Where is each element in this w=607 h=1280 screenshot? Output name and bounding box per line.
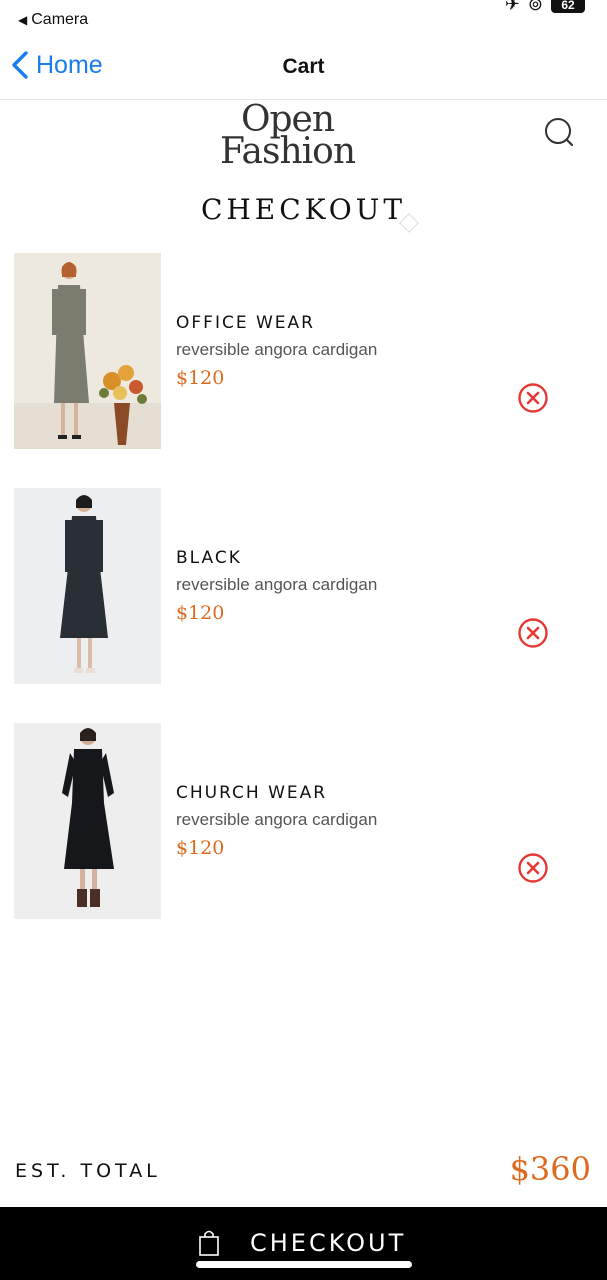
shopping-bag-icon bbox=[199, 1230, 219, 1256]
item-description: reversible angora cardigan bbox=[176, 810, 378, 829]
item-description: reversible angora cardigan bbox=[176, 340, 378, 359]
product-image[interactable] bbox=[14, 723, 161, 919]
airplane-icon: ✈ bbox=[504, 0, 520, 14]
estimated-total-value: $360 bbox=[509, 1150, 591, 1188]
remove-item-button[interactable] bbox=[517, 852, 549, 884]
home-indicator[interactable] bbox=[196, 1261, 412, 1268]
item-price: $120 bbox=[176, 602, 225, 624]
battery-indicator: 62 bbox=[551, 0, 585, 13]
product-image[interactable] bbox=[14, 253, 161, 449]
brand-logo[interactable]: Open Fashion bbox=[200, 98, 375, 172]
link-icon: ⊚ bbox=[527, 0, 543, 14]
navigation-bar: Home Cart bbox=[0, 36, 607, 100]
logo-line-2: Fashion bbox=[219, 131, 356, 172]
remove-item-button[interactable] bbox=[517, 382, 549, 414]
item-title: BLACK bbox=[176, 548, 242, 568]
checkout-button[interactable]: CHECKOUT bbox=[0, 1207, 607, 1280]
product-image[interactable] bbox=[14, 488, 161, 684]
item-title: CHURCH WEAR bbox=[176, 783, 328, 803]
cart-item[interactable]: CHURCH WEAR reversible angora cardigan $… bbox=[14, 723, 594, 919]
product-photo-church-wear bbox=[14, 723, 161, 919]
item-price: $120 bbox=[176, 837, 225, 859]
page-title: CHECKOUT bbox=[200, 193, 407, 226]
remove-item-button[interactable] bbox=[517, 617, 549, 649]
item-price: $120 bbox=[176, 367, 225, 389]
item-description: reversible angora cardigan bbox=[176, 575, 378, 594]
checkout-button-content: CHECKOUT bbox=[198, 1229, 406, 1257]
item-title: OFFICE WEAR bbox=[176, 313, 315, 333]
cart-item[interactable]: BLACK reversible angora cardigan $120 bbox=[14, 488, 594, 684]
product-photo-black bbox=[14, 488, 161, 684]
status-icons: ✈ ⊚ 62 bbox=[505, 0, 585, 15]
nav-title: Cart bbox=[282, 55, 325, 78]
status-back-label: Camera bbox=[31, 11, 89, 28]
cart-item[interactable]: OFFICE WEAR reversible angora cardigan $… bbox=[14, 253, 594, 449]
product-photo-office-wear bbox=[14, 253, 161, 449]
checkout-label: CHECKOUT bbox=[250, 1229, 407, 1257]
status-back-to-app[interactable]: ◀ Camera bbox=[18, 11, 88, 29]
back-triangle-icon: ◀ bbox=[18, 13, 28, 27]
search-icon[interactable] bbox=[541, 115, 577, 151]
estimated-total-label: EST. TOTAL bbox=[15, 1160, 161, 1182]
